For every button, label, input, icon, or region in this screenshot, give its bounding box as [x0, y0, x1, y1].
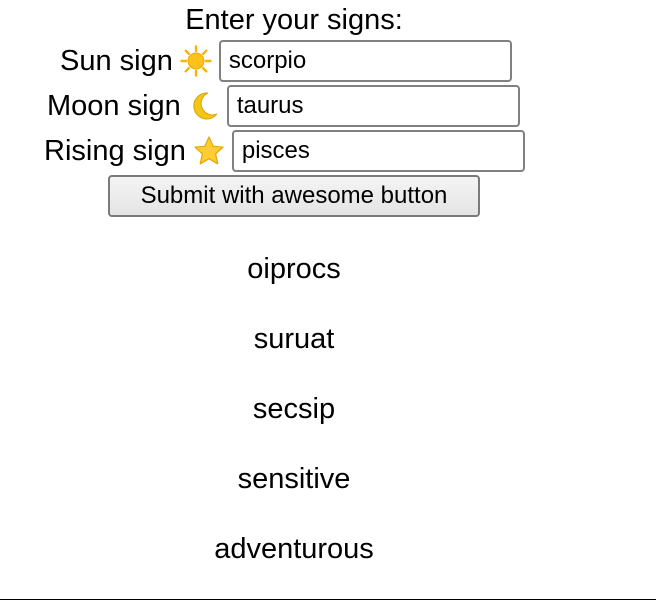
page: Enter your signs: Sun sign Moon	[0, 0, 656, 600]
rising-sign-input[interactable]	[231, 130, 525, 172]
rising-sign-row: Rising sign	[44, 130, 525, 172]
sun-sign-row: Sun sign	[60, 40, 512, 82]
result-line: adventurous	[214, 533, 374, 565]
submit-button[interactable]: Submit with awesome button	[108, 175, 480, 217]
result-line: secsip	[252, 393, 336, 425]
moon-sign-input[interactable]	[226, 85, 520, 127]
result-line: oiprocs	[247, 253, 341, 285]
crescent-moon-icon	[188, 90, 220, 122]
result-line: suruat	[253, 323, 335, 355]
sun-sign-label: Sun sign	[60, 45, 173, 77]
result-line: sensitive	[237, 463, 351, 495]
moon-sign-label: Moon sign	[47, 90, 181, 122]
star-icon	[193, 135, 225, 167]
form-heading: Enter your signs:	[185, 4, 403, 36]
sun-sign-input[interactable]	[218, 40, 512, 82]
rising-sign-label: Rising sign	[44, 135, 186, 167]
moon-sign-row: Moon sign	[47, 85, 520, 127]
sun-icon	[180, 45, 212, 77]
